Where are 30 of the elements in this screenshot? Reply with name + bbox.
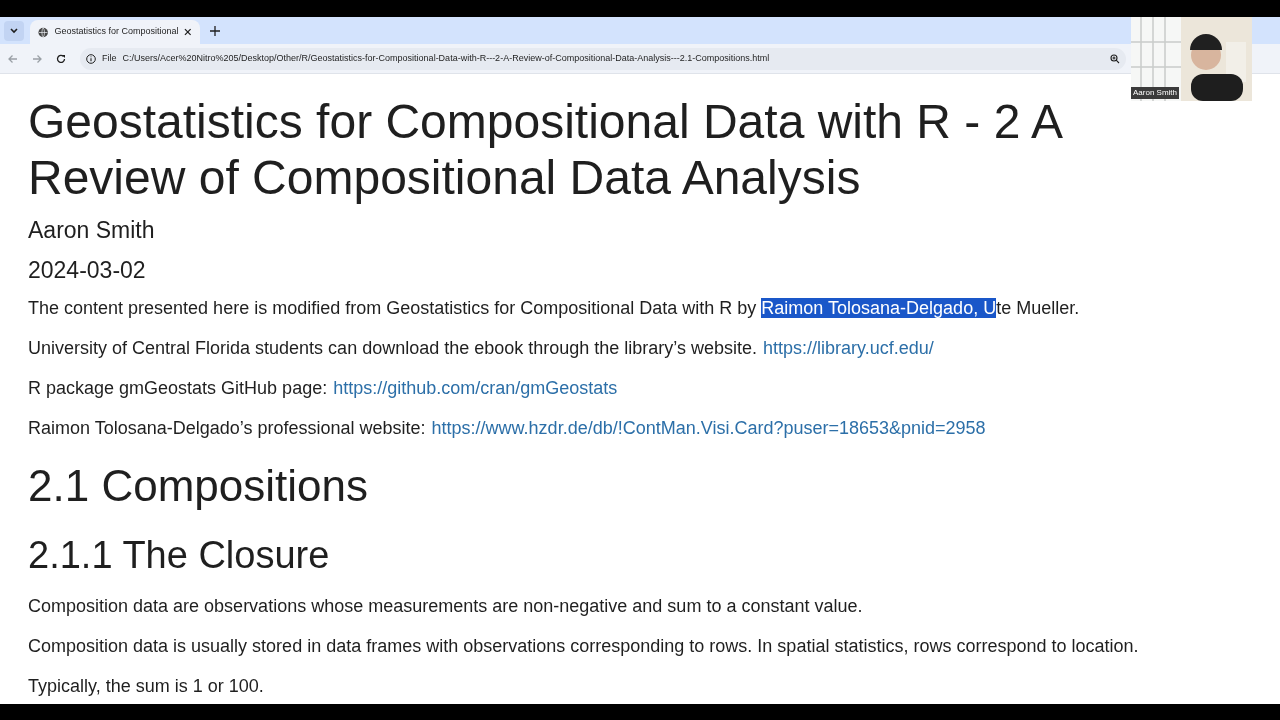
address-bar[interactable]: File C:/Users/Acer%20Nitro%205/Desktop/Other/R/Geostatistics-for-Compositional-Data-with-R---2-A-Review-of-Compositional-Data-Analysis---2.1-Compositions.html bbox=[80, 47, 1126, 70]
reload-icon bbox=[56, 53, 66, 64]
author-name: Aaron Smith bbox=[28, 216, 156, 244]
tab-list-button[interactable] bbox=[4, 21, 24, 41]
subsection-heading: 2.1.1 The Closure bbox=[28, 533, 331, 578]
link[interactable]: https://github.com/cran/gmGeostats bbox=[333, 376, 618, 400]
date-text: 2024-03-02 bbox=[28, 256, 147, 284]
tab-title: Geostatistics for Compositional bbox=[54, 25, 179, 39]
new-tab-icon bbox=[210, 26, 220, 36]
zoom-icon bbox=[1110, 53, 1120, 64]
paragraph: Typically, the sum is 1 or 100. bbox=[28, 675, 265, 698]
link[interactable]: https://www.hzdr.de/db/!ContMan.Visi.Card?puser=18653&pnid=2958 bbox=[431, 416, 986, 440]
chevron-down-icon bbox=[10, 28, 18, 34]
page-title: Geostatistics for Compositional Data with R - 2 A Review of Compositional Data Analysis bbox=[28, 94, 1063, 206]
globe-icon bbox=[38, 26, 49, 38]
section-heading: 2.1 Compositions bbox=[28, 460, 369, 512]
paragraph: Composition data is usually stored in data frames with observations corresponding to rows. In spatial statistics, rows correspond to location. bbox=[28, 635, 1140, 658]
scheme-label: File bbox=[102, 51, 117, 65]
browser-tab[interactable]: Geostatistics for Compositional bbox=[30, 20, 200, 44]
url-text: C:/Users/Acer%20Nitro%205/Desktop/Other/R/Geostatistics-for-Compositional-Data-with-R---2-A-Review-of-Compositional-Data-Analysis---2.1-Compositions.html bbox=[122, 51, 771, 65]
paragraph: Composition data are observations whose measurements are non-negative and sum to a constant value. bbox=[28, 595, 864, 618]
paragraph: Raimon Tolosana-Delgado’s professional website: bbox=[28, 417, 426, 440]
forward-arrow-icon bbox=[32, 53, 42, 64]
paragraph: University of Central Florida students can download the ebook through the library’s website. bbox=[28, 337, 758, 360]
paragraph: R package gmGeostats GitHub page: bbox=[28, 377, 328, 400]
close-icon bbox=[184, 28, 192, 36]
participant-name: Aaron Smith bbox=[1131, 87, 1180, 99]
back-arrow-icon bbox=[8, 53, 18, 64]
link[interactable]: https://library.ucf.edu/ bbox=[763, 336, 934, 360]
info-icon bbox=[86, 53, 96, 64]
